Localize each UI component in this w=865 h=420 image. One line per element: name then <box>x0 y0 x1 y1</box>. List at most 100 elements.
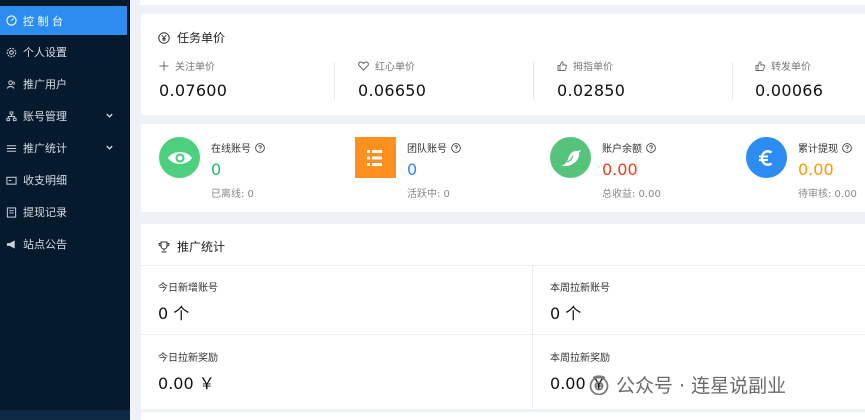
stat-value-2: 0.00 <box>602 160 638 179</box>
stat-badge-2 <box>550 137 591 178</box>
chevron-down-icon[interactable] <box>105 110 114 123</box>
price-thumb: 拇指单价 0.02850 <box>557 58 737 100</box>
price-value: 0.02850 <box>557 81 626 100</box>
eye-icon <box>167 151 192 164</box>
sidebar-item-label: 推广用户 <box>23 78 67 91</box>
wallet-icon <box>5 174 17 186</box>
euro-icon <box>758 149 772 166</box>
stat-badge-3 <box>746 137 787 178</box>
cell-label: 今日新增账号 <box>158 283 218 294</box>
stat-badge-0 <box>159 137 200 178</box>
divider <box>732 62 733 100</box>
sidebar-item-label: 推广统计 <box>23 142 67 155</box>
stat-label: 团队账号 <box>407 140 461 155</box>
card-title-text: 任务单价 <box>177 31 226 45</box>
divider <box>141 265 865 266</box>
gear-icon <box>5 46 17 58</box>
thumbs-up-icon <box>557 60 567 71</box>
divider <box>533 62 534 100</box>
sidebar-item-promo-stats[interactable]: 推广统计 <box>0 134 130 162</box>
price-label: 关注单价 <box>159 58 339 73</box>
stat-subtext: 待审核: 0.00 <box>798 189 857 200</box>
thumbs-up-icon <box>755 60 765 71</box>
price-value: 0.07600 <box>159 81 228 100</box>
sidebar-item-label: 控 制 台 <box>23 14 63 28</box>
stat-label-text: 团队账号 <box>407 144 447 155</box>
cell-label: 今日拉新奖励 <box>158 353 218 364</box>
cell-value: 0 个 <box>550 304 582 323</box>
question-circle-icon[interactable] <box>646 142 656 153</box>
price-label: 拇指单价 <box>557 58 737 73</box>
price-label-text: 转发单价 <box>771 62 811 73</box>
stat-label: 在线账号 <box>211 140 265 155</box>
sidebar-item-label: 账号管理 <box>23 110 67 123</box>
account-stats-card: 在线账号 0 已离线: 0 团队账号 0 活跃中: 0 账户余额 0.00 总收… <box>141 124 865 212</box>
sidebar-item-accounts[interactable]: 账号管理 <box>0 102 130 130</box>
sidebar-item-settings[interactable]: 个人设置 <box>0 38 130 66</box>
card-title-text: 推广统计 <box>177 240 226 254</box>
chevron-down-icon[interactable] <box>105 142 114 155</box>
cell-label: 本周拉新账号 <box>550 283 610 294</box>
divider <box>141 334 865 335</box>
megaphone-icon <box>5 238 17 250</box>
stat-subtext: 已离线: 0 <box>211 189 254 200</box>
sidebar-item-withdrawals[interactable]: 提现记录 <box>0 198 130 226</box>
plus-icon <box>159 61 169 71</box>
price-share: 转发单价 0.00066 <box>755 58 865 100</box>
price-value: 0.06650 <box>358 81 427 100</box>
question-circle-icon[interactable] <box>842 142 852 153</box>
stat-value-0: 0 <box>211 160 222 179</box>
stat-value-1: 0 <box>407 160 418 179</box>
stat-badge-1 <box>355 137 396 178</box>
sidebar: 控 制 台 个人设置 推广用户 账号管理 推广统计 收支明细 提现记录 站点公告 <box>0 0 130 420</box>
stat-label: 累计提现 <box>798 140 852 155</box>
sidebar-item-label: 个人设置 <box>23 46 67 59</box>
divider <box>334 62 335 100</box>
sidebar-item-label: 提现记录 <box>23 206 67 219</box>
card-title: 推广统计 <box>158 238 225 255</box>
stat-subtext: 活跃中: 0 <box>407 189 450 200</box>
sidebar-item-announcements[interactable]: 站点公告 <box>0 230 130 258</box>
sidebar-item-label: 收支明细 <box>23 174 67 187</box>
price-value: 0.00066 <box>755 81 824 100</box>
stat-label-text: 在线账号 <box>211 144 251 155</box>
yen-circle-icon <box>158 31 170 44</box>
price-label: 红心单价 <box>358 58 538 73</box>
question-circle-icon[interactable] <box>451 142 461 153</box>
task-price-card: 任务单价 关注单价 0.07600 红心单价 0.06650 拇指单价 0.02… <box>141 14 865 115</box>
heart-icon <box>358 60 369 71</box>
price-like: 红心单价 0.06650 <box>358 58 538 100</box>
stat-value-3: 0.00 <box>798 160 834 179</box>
price-label-text: 关注单价 <box>175 62 215 73</box>
stat-subtext: 总收益: 0.00 <box>602 189 661 200</box>
list-icon <box>366 149 382 166</box>
top-strip <box>140 0 865 5</box>
sidebar-footer <box>0 410 130 420</box>
sidebar-item-finance[interactable]: 收支明细 <box>0 166 130 194</box>
watermark: 公众号 · 连星说副业 <box>588 371 786 398</box>
sitemap-icon <box>5 110 17 122</box>
document-icon <box>5 206 17 218</box>
stat-label-text: 累计提现 <box>798 144 838 155</box>
users-icon <box>5 78 17 90</box>
bird-icon <box>560 149 581 166</box>
wechat-official-account-icon <box>588 374 610 395</box>
sidebar-item-promo-users[interactable]: 推广用户 <box>0 70 130 98</box>
trophy-icon <box>158 241 170 253</box>
cell-value: 0.00 ￥ <box>158 374 215 393</box>
cell-label: 本周拉新奖励 <box>550 353 610 364</box>
dashboard-icon <box>5 15 17 27</box>
watermark-text: 公众号 · 连星说副业 <box>616 375 787 397</box>
price-follow: 关注单价 0.07600 <box>159 58 339 100</box>
price-label: 转发单价 <box>755 58 865 73</box>
price-label-text: 拇指单价 <box>573 62 613 73</box>
question-circle-icon[interactable] <box>255 142 265 153</box>
card-title: 任务单价 <box>158 29 225 46</box>
sidebar-item-dashboard[interactable]: 控 制 台 <box>0 6 127 35</box>
cell-value: 0 个 <box>158 304 190 323</box>
price-label-text: 红心单价 <box>375 62 415 73</box>
stat-label: 账户余额 <box>602 140 656 155</box>
stat-label-text: 账户余额 <box>602 144 642 155</box>
divider <box>532 265 533 409</box>
sidebar-item-label: 站点公告 <box>23 238 67 251</box>
